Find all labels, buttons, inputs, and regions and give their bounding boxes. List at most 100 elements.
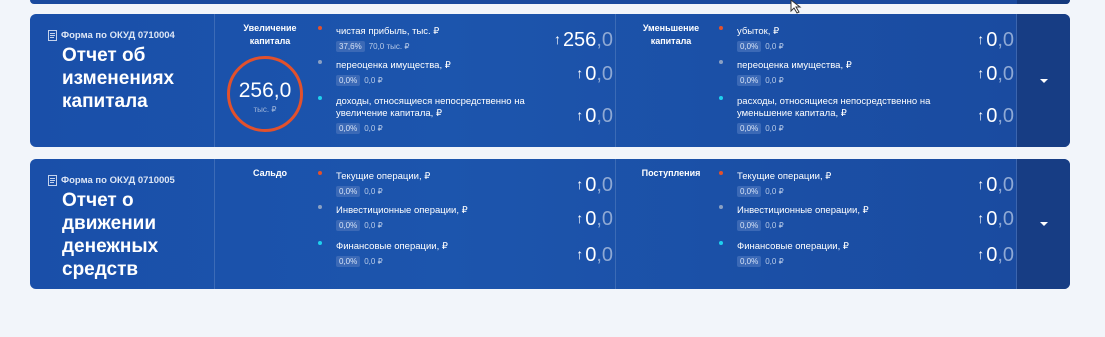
gauge-value: 256,0 <box>238 79 292 102</box>
metric-value-frac: ,0 <box>997 244 1014 266</box>
series-dot <box>318 205 322 209</box>
metric-sub-value: 0,0 ₽ <box>765 187 784 196</box>
percent-badge: 0,0% <box>336 75 361 86</box>
metric-label: переоценка имущества, ₽ <box>336 60 451 71</box>
metric-sub: 0,0% 0,0 ₽ <box>737 186 784 197</box>
report-card-cash-flow[interactable]: Форма по ОКУД 0710005 Отчет о движении д… <box>30 159 1070 289</box>
metric-label: Инвестиционные операции, ₽ <box>336 205 468 216</box>
expand-button[interactable] <box>1017 14 1070 147</box>
series-dot <box>719 60 723 64</box>
series-dot <box>318 26 322 30</box>
arrow-up-icon: ↑ <box>576 176 584 192</box>
form-code-text: Форма по ОКУД 0710005 <box>61 175 175 186</box>
metric-row: Текущие операции, ₽ 0,0% 0,0 ₽ ↑ 0,0 <box>318 171 613 205</box>
previous-card-edge <box>30 0 1070 4</box>
metric-sub: 0,0% 0,0 ₽ <box>336 123 383 134</box>
series-dot <box>318 171 322 175</box>
metric-value-int: 0 <box>986 244 998 266</box>
document-icon <box>48 175 57 186</box>
mouse-cursor-icon <box>790 0 802 14</box>
metric-value-int: 0 <box>585 174 597 196</box>
metric-value: ↑ 0,0 <box>977 174 1014 197</box>
metric-label: Финансовые операции, ₽ <box>737 241 849 252</box>
metric-value-int: 0 <box>585 208 597 230</box>
gauge-unit: тыс. ₽ <box>253 105 277 114</box>
metric-value-int: 0 <box>585 105 597 127</box>
document-icon <box>48 30 57 41</box>
series-dot <box>719 171 723 175</box>
metric-row: доходы, относящиеся непосредственно на у… <box>318 96 613 134</box>
metric-value-int: 0 <box>585 63 597 85</box>
percent-badge: 37,6% <box>336 41 365 52</box>
arrow-up-icon: ↑ <box>977 210 985 226</box>
metric-sub: 0,0% 0,0 ₽ <box>336 75 383 86</box>
metric-value: ↑ 0,0 <box>576 174 613 197</box>
arrow-up-icon: ↑ <box>977 246 985 262</box>
metric-sub-value: 0,0 ₽ <box>364 187 383 196</box>
metric-sub-value: 0,0 ₽ <box>765 257 784 266</box>
metric-sub: 0,0% 0,0 ₽ <box>737 41 784 52</box>
metric-value: ↑ 0,0 <box>576 244 613 267</box>
metric-label: Текущие операции, ₽ <box>336 171 431 182</box>
metric-sub-value: 0,0 ₽ <box>364 257 383 266</box>
card-title: Отчет об изменениях капитала <box>62 45 175 112</box>
chevron-down-icon <box>1039 78 1048 83</box>
arrow-up-icon: ↑ <box>576 246 584 262</box>
metric-value-frac: ,0 <box>596 63 613 85</box>
percent-badge: 0,0% <box>737 186 762 197</box>
metric-sub-value: 70,0 тыс. ₽ <box>368 42 410 51</box>
metric-row: Финансовые операции, ₽ 0,0% 0,0 ₽ ↑ 0,0 <box>719 241 1014 275</box>
metric-value: ↑ 0,0 <box>977 244 1014 267</box>
metric-label: переоценка имущества, ₽ <box>737 60 852 71</box>
metric-value-int: 256 <box>562 29 597 51</box>
metric-value-frac: ,0 <box>596 208 613 230</box>
section-capital-decrease: Уменьшение капитала убыток, ₽0,0% 0,0 ₽ ↑ 0… <box>615 14 1017 147</box>
metric-value-frac: ,0 <box>596 105 613 127</box>
metric-row: переоценка имущества, ₽ 0,0% 0,0 ₽ ↑ 0,0 <box>719 60 1014 94</box>
metric-value-frac: ,0 <box>997 174 1014 196</box>
percent-badge: 0,0% <box>737 41 762 52</box>
percent-badge: 0,0% <box>336 256 361 267</box>
metric-sub-value: 0,0 ₽ <box>765 42 784 51</box>
form-code-label: Форма по ОКУД 0710004 <box>48 30 175 41</box>
form-code-text: Форма по ОКУД 0710004 <box>61 30 175 41</box>
metric-value: ↑ 0,0 <box>977 105 1014 128</box>
expand-button[interactable] <box>1017 159 1070 289</box>
section-label: Увеличение капитала <box>243 23 297 46</box>
metric-value-frac: ,0 <box>596 29 613 51</box>
metric-sub: 0,0% 0,0 ₽ <box>737 256 784 267</box>
card-title: Отчет о движении денежных средств <box>62 190 159 280</box>
metric-value-frac: ,0 <box>596 244 613 266</box>
metric-value-int: 0 <box>986 63 998 85</box>
arrow-up-icon: ↑ <box>553 31 561 47</box>
form-code-label: Форма по ОКУД 0710005 <box>48 175 175 186</box>
metric-sub: 0,0% 0,0 ₽ <box>737 75 784 86</box>
arrow-up-icon: ↑ <box>576 65 584 81</box>
section-label: Уменьшение капитала <box>642 23 700 46</box>
metric-sub: 0,0% 0,0 ₽ <box>737 123 784 134</box>
percent-badge: 0,0% <box>737 220 762 231</box>
arrow-up-icon: ↑ <box>576 107 584 123</box>
section-capital-increase: Увеличение капитала 256,0 тыс. ₽ чистая … <box>214 14 616 147</box>
metric-value-int: 0 <box>986 208 998 230</box>
metric-sub: 0,0% 0,0 ₽ <box>336 186 383 197</box>
section-label: Поступления <box>641 168 701 178</box>
arrow-up-icon: ↑ <box>977 107 985 123</box>
percent-badge: 0,0% <box>336 123 361 134</box>
series-dot <box>719 96 723 100</box>
metric-value-frac: ,0 <box>997 29 1014 51</box>
chevron-down-icon <box>1039 222 1048 226</box>
metric-sub-value: 0,0 ₽ <box>765 76 784 85</box>
metric-sub: 37,6% 70,0 тыс. ₽ <box>336 41 409 52</box>
metric-row: Инвестиционные операции, ₽ 0,0% 0,0 ₽ ↑ 0,0 <box>719 205 1014 239</box>
metric-sub-value: 0,0 ₽ <box>765 221 784 230</box>
percent-badge: 0,0% <box>737 123 762 134</box>
metric-row: Финансовые операции, ₽ 0,0% 0,0 ₽ ↑ 0,0 <box>318 241 613 275</box>
metric-sub-value: 0,0 ₽ <box>364 124 383 133</box>
series-dot <box>318 96 322 100</box>
metric-label: доходы, относящиеся непосредственно на у… <box>336 96 525 119</box>
metric-sub: 0,0% 0,0 ₽ <box>336 220 383 231</box>
percent-badge: 0,0% <box>336 220 361 231</box>
metric-row: переоценка имущества, ₽ 0,0% 0,0 ₽ ↑ 0,0 <box>318 60 613 94</box>
report-card-capital-changes[interactable]: Форма по ОКУД 0710004 Отчет об изменения… <box>30 14 1070 147</box>
